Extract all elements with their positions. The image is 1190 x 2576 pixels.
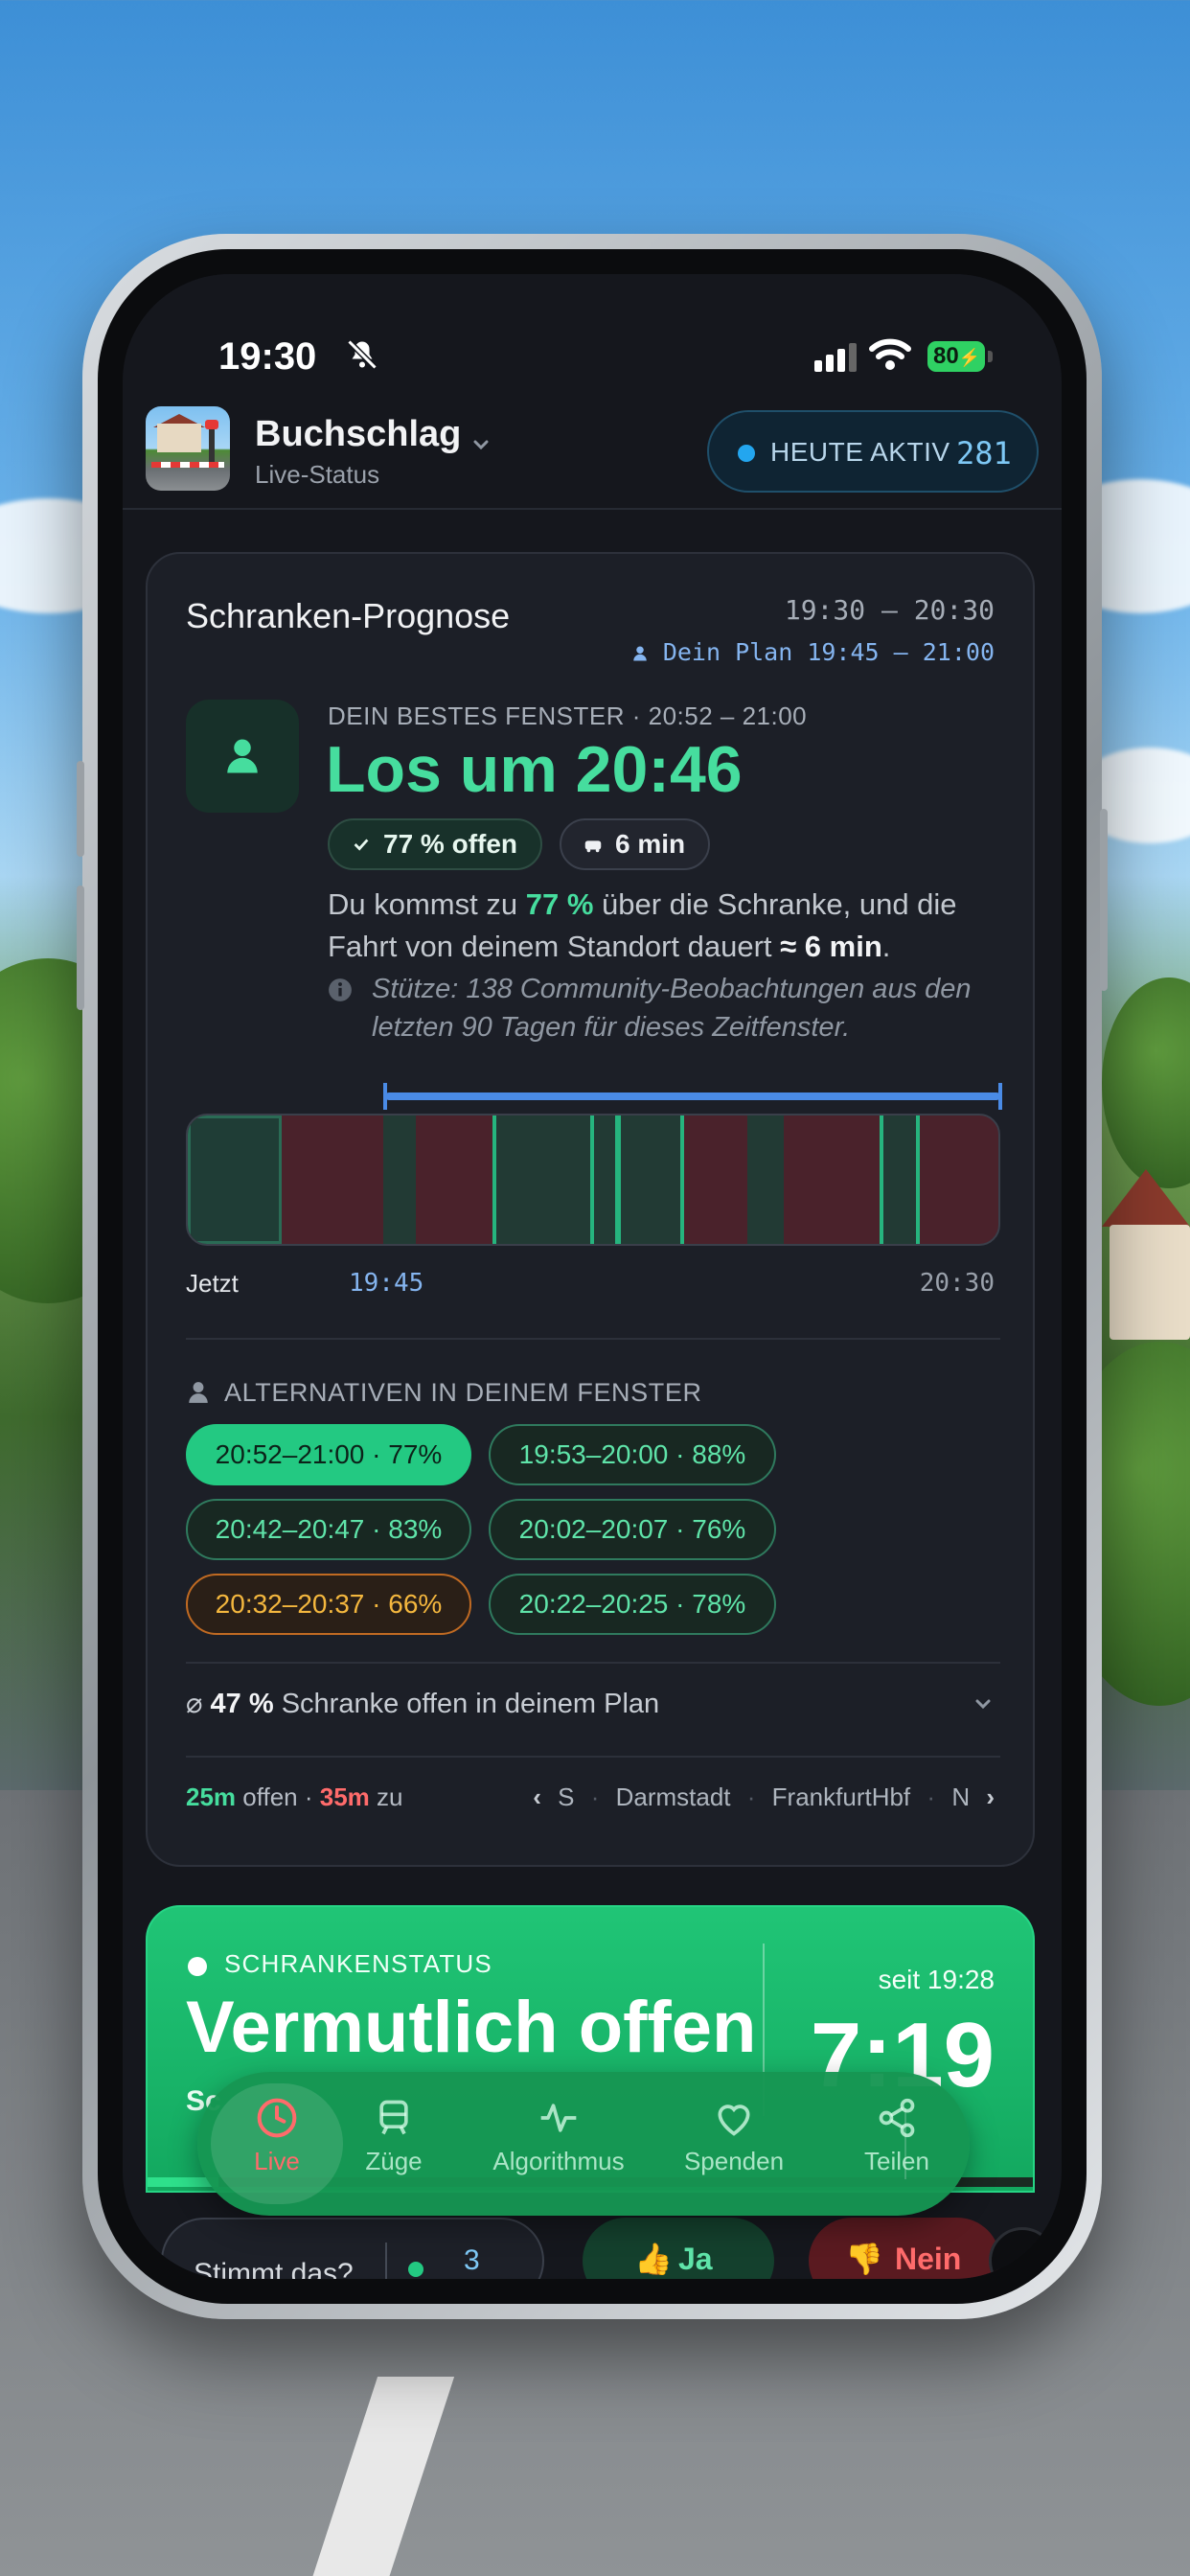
- direction-north: N: [951, 1782, 971, 1811]
- forecast-plan[interactable]: Dein Plan 19:45 – 21:00: [631, 638, 995, 666]
- timeline-end-label: 20:30: [919, 1269, 995, 1298]
- train-icon: [379, 2100, 408, 2135]
- battery-tip: [988, 351, 993, 362]
- alternative-window[interactable]: 20:22–20:25 · 78%: [489, 1574, 776, 1635]
- direction-station: Darmstadt: [615, 1782, 731, 1811]
- tab-donate[interactable]: Spenden: [657, 2083, 811, 2204]
- timeline-open-segment: [383, 1116, 416, 1244]
- yes-button[interactable]: 👍 Ja: [583, 2218, 774, 2279]
- active-today-badge[interactable]: HEUTE AKTIV 281: [707, 410, 1039, 493]
- feedback-dot: [408, 2262, 423, 2277]
- alternative-window[interactable]: 20:52–21:00 · 77%: [186, 1424, 471, 1485]
- status-label: SCHRANKENSTATUS: [224, 1949, 492, 1978]
- plan-average-row[interactable]: ⌀ 47 % Schranke offen in deinem Plan: [186, 1687, 659, 1720]
- timeline-open-segment: [747, 1116, 784, 1244]
- thumbs-down-icon: 👎: [845, 2242, 883, 2276]
- bottom-tab-bar: Live Züge Algorithmus Spenden Teilen: [197, 2072, 970, 2216]
- timeline-open-segment: [492, 1116, 615, 1244]
- active-today-label: HEUTE AKTIV: [770, 437, 950, 467]
- forecast-range: 19:30 – 20:30: [784, 594, 995, 626]
- active-today-count: 281: [956, 435, 1012, 472]
- timeline-open-segment: [188, 1116, 282, 1244]
- battery-indicator: 80⚡: [927, 341, 985, 372]
- status-dot: [188, 1957, 207, 1976]
- barrier-timeline[interactable]: [186, 1114, 1000, 1246]
- chevron-right-icon[interactable]: ›: [986, 1782, 995, 1811]
- timeline-open-segment: [880, 1116, 920, 1244]
- cellular-signal-icon: [814, 343, 857, 372]
- forecast-title: Schranken-Prognose: [186, 596, 511, 635]
- person-icon: [633, 646, 647, 661]
- chevron-down-icon[interactable]: [469, 433, 492, 456]
- direction-station: FrankfurtHbf: [771, 1782, 911, 1811]
- app-header: Buchschlag Live-Status HEUTE AKTIV 281: [123, 380, 1062, 510]
- chevron-down-icon[interactable]: [972, 1692, 995, 1715]
- status-bar: 19:30 80⚡: [123, 274, 1062, 380]
- alternative-window[interactable]: 19:53–20:00 · 88%: [489, 1424, 776, 1485]
- wifi-icon: [869, 338, 911, 370]
- best-window-description: Du kommst zu 77 % über die Schranke, und…: [328, 887, 957, 963]
- plan-range-indicator: [385, 1092, 1000, 1100]
- best-window-label: DEIN BESTES FENSTER · 20:52 – 21:00: [328, 702, 808, 730]
- plan-range-end: [998, 1083, 1002, 1110]
- divider: [186, 1662, 1000, 1664]
- app-screen: 19:30 80⚡ Buchschlag Live-Status HEUTE A…: [123, 274, 1062, 2279]
- tab-label: Züge: [365, 2147, 423, 2175]
- direction-south: S: [558, 1782, 575, 1811]
- timeline-plan-label: 19:45: [349, 1269, 424, 1298]
- person-icon: [227, 739, 258, 773]
- timeline-start-label: Jetzt: [186, 1269, 239, 1298]
- tab-label: Algorithmus: [492, 2147, 625, 2175]
- chip-open-probability: 77 % offen: [328, 818, 543, 870]
- car-icon: [584, 840, 602, 853]
- more-button[interactable]: [989, 2227, 1056, 2279]
- no-button[interactable]: 👎 Nein: [809, 2218, 1000, 2279]
- chip-drive-time: 6 min: [560, 818, 711, 870]
- status-since: seit 19:28: [878, 1965, 995, 1994]
- clock-icon: [257, 2098, 297, 2138]
- timeline-open-segment: [617, 1116, 680, 1244]
- tab-label: Teilen: [864, 2147, 929, 2175]
- divider: [186, 1338, 1000, 1340]
- feedback-question-text: Stimmt das?: [194, 2258, 354, 2279]
- timeline-open-marker: [590, 1116, 594, 1244]
- share-icon: [879, 2098, 915, 2138]
- open-closed-summary: 25m offen · 35m zu: [186, 1782, 403, 1811]
- tab-label: Spenden: [683, 2147, 785, 2175]
- heart-icon: [718, 2104, 750, 2136]
- chevron-left-icon[interactable]: ‹: [533, 1782, 541, 1811]
- divider: [186, 1756, 1000, 1758]
- tab-algorithm[interactable]: Algorithmus: [477, 2083, 640, 2204]
- alternatives-heading: ALTERNATIVEN IN DEINEM FENSTER: [224, 1378, 702, 1407]
- alternative-window[interactable]: 20:02–20:07 · 76%: [489, 1499, 776, 1560]
- pulse-icon: [540, 2104, 577, 2132]
- plan-range-start: [383, 1083, 387, 1110]
- bell-muted-icon: [347, 339, 378, 370]
- status-headline: Vermutlich offen: [186, 1987, 757, 2068]
- data-basis-note: Stütze: 138 Community-Beobachtungen aus …: [372, 974, 972, 1043]
- feedback-question: Stimmt das? 3: [161, 2218, 544, 2279]
- check-icon: [354, 839, 369, 851]
- thumbs-up-icon: 👍: [634, 2242, 673, 2276]
- alternative-window[interactable]: 20:42–20:47 · 83%: [186, 1499, 471, 1560]
- app-logo[interactable]: [146, 406, 230, 491]
- location-name[interactable]: Buchschlag: [255, 414, 461, 455]
- feedback-divider: [385, 2242, 387, 2279]
- direction-navigator[interactable]: ‹ S · Darmstadt · FrankfurtHbf · N ›: [523, 1782, 995, 1812]
- info-icon: [329, 978, 352, 1001]
- live-dot: [738, 445, 755, 462]
- alternative-window[interactable]: 20:32–20:37 · 66%: [186, 1574, 471, 1635]
- location-subtitle: Live-Status: [255, 460, 380, 489]
- timeline-open-marker: [680, 1116, 684, 1244]
- status-time: 19:30: [218, 335, 317, 378]
- forecast-card: Schranken-Prognose 19:30 – 20:30 Dein Pl…: [146, 552, 1035, 1867]
- feedback-count: 3: [464, 2244, 480, 2276]
- tab-trains[interactable]: Züge: [322, 2083, 466, 2204]
- best-window-headline: Los um 20:46: [326, 733, 743, 806]
- best-window-avatar: [186, 700, 299, 813]
- tab-share[interactable]: Teilen: [830, 2083, 964, 2204]
- phone-frame: 19:30 80⚡ Buchschlag Live-Status HEUTE A…: [77, 234, 1108, 2319]
- person-icon: [189, 1382, 208, 1403]
